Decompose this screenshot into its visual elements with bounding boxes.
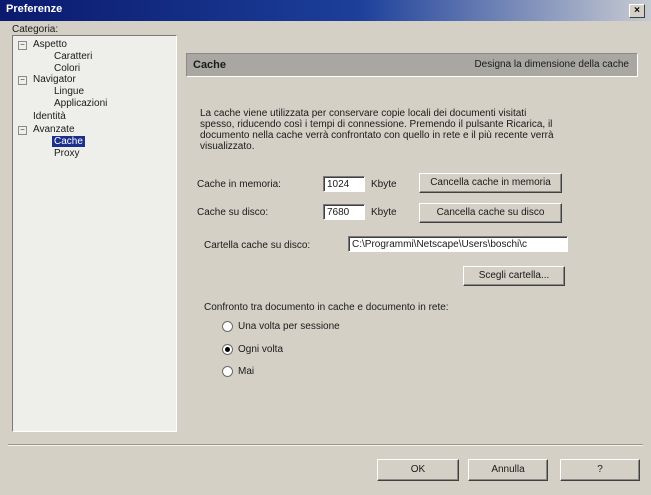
tree-item-aspetto[interactable]: Aspetto — [33, 39, 67, 50]
help-button[interactable]: ? — [560, 459, 640, 481]
tree-item-proxy[interactable]: Proxy — [54, 148, 80, 159]
panel-title: Cache — [193, 59, 227, 71]
collapse-icon[interactable]: − — [18, 126, 27, 135]
tree-item-identita[interactable]: Identità — [33, 111, 66, 122]
close-icon[interactable]: × — [629, 4, 645, 18]
memory-cache-label: Cache in memoria: — [197, 179, 281, 190]
disk-cache-label: Cache su disco: — [197, 207, 269, 218]
cache-folder-input[interactable]: C:\Programmi\Netscape\Users\boschi\c — [348, 236, 568, 252]
collapse-icon[interactable]: − — [18, 41, 27, 50]
radio-once-per-session[interactable] — [222, 321, 233, 332]
panel-description: Designa la dimensione della cache — [474, 59, 629, 70]
cache-folder-label: Cartella cache su disco: — [204, 240, 311, 251]
clear-disk-cache-button[interactable]: Cancella cache su disco — [419, 203, 562, 223]
cancel-button[interactable]: Annulla — [468, 459, 548, 481]
ok-button[interactable]: OK — [377, 459, 459, 481]
tree-item-navigator[interactable]: Navigator — [33, 74, 76, 85]
radio-never[interactable] — [222, 366, 233, 377]
radio-once-per-session-label[interactable]: Una volta per sessione — [238, 321, 340, 332]
choose-folder-button[interactable]: Scegli cartella... — [463, 266, 565, 286]
memory-unit-label: Kbyte — [371, 179, 397, 190]
disk-cache-input[interactable]: 7680 — [323, 204, 365, 220]
disk-unit-label: Kbyte — [371, 207, 397, 218]
collapse-icon[interactable]: − — [18, 76, 27, 85]
category-tree: − Aspetto Caratteri Colori − Navigator L… — [12, 35, 177, 432]
tree-item-lingue[interactable]: Lingue — [54, 86, 84, 97]
preferences-window: Preferenze × Categoria: − Aspetto Caratt… — [0, 0, 651, 495]
radio-every-time[interactable] — [222, 344, 233, 355]
radio-every-time-label[interactable]: Ogni volta — [238, 344, 283, 355]
tree-item-caratteri[interactable]: Caratteri — [54, 51, 92, 62]
memory-cache-input[interactable]: 1024 — [323, 176, 365, 192]
panel-header: Cache Designa la dimensione della cache — [186, 53, 638, 77]
tree-item-colori[interactable]: Colori — [54, 63, 80, 74]
clear-memory-cache-button[interactable]: Cancella cache in memoria — [419, 173, 562, 193]
compare-title: Confronto tra documento in cache e docum… — [204, 302, 449, 313]
radio-never-label[interactable]: Mai — [238, 366, 254, 377]
tree-item-avanzate[interactable]: Avanzate — [33, 124, 75, 135]
footer-divider — [8, 444, 643, 446]
tree-item-applicazioni[interactable]: Applicazioni — [54, 98, 107, 109]
cache-intro-text: La cache viene utilizzata per conservare… — [200, 108, 554, 152]
category-label: Categoria: — [12, 24, 59, 35]
window-title: Preferenze — [6, 3, 63, 15]
tree-item-cache[interactable]: Cache — [52, 136, 85, 147]
title-bar[interactable]: Preferenze × — [0, 0, 651, 21]
